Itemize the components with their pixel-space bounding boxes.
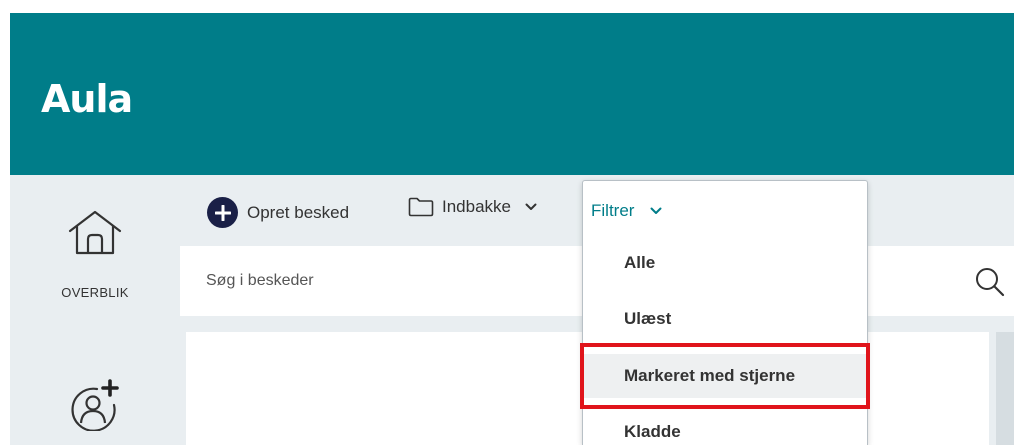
filter-label: Filtrer bbox=[591, 201, 635, 220]
sidebar-item-add-user[interactable] bbox=[10, 379, 180, 431]
search-input[interactable]: Søg i beskeder bbox=[206, 272, 314, 290]
inbox-label: Indbakke bbox=[442, 197, 511, 216]
compose-label: Opret besked bbox=[247, 202, 350, 222]
add-user-icon bbox=[71, 379, 119, 431]
chevron-down-icon bbox=[525, 203, 537, 210]
compose-button[interactable]: Opret besked bbox=[207, 197, 349, 228]
filter-option-starred[interactable]: Markeret med stjerne bbox=[584, 354, 868, 398]
sidebar-item-label: OVERBLIK bbox=[61, 285, 129, 300]
scrollbar[interactable] bbox=[996, 332, 1014, 445]
search-icon[interactable] bbox=[974, 266, 1006, 298]
filter-dropdown-toggle[interactable]: Filtrer bbox=[591, 201, 662, 221]
filter-dropdown-menu: Filtrer Alle Ulæst Markeret med stjerne … bbox=[582, 180, 868, 445]
filter-option-ulaest[interactable]: Ulæst bbox=[584, 297, 868, 341]
app-logo: Aula bbox=[41, 77, 133, 121]
sidebar-item-overblik[interactable]: OVERBLIK bbox=[10, 209, 180, 300]
inbox-dropdown[interactable]: Indbakke bbox=[408, 197, 545, 217]
filter-option-alle[interactable]: Alle bbox=[584, 241, 868, 285]
filter-option-kladde[interactable]: Kladde bbox=[584, 410, 868, 445]
plus-icon bbox=[207, 197, 238, 228]
home-icon bbox=[68, 210, 122, 255]
top-bar: Aula bbox=[10, 13, 1014, 175]
folder-icon bbox=[408, 197, 434, 217]
chevron-down-icon bbox=[650, 207, 662, 214]
